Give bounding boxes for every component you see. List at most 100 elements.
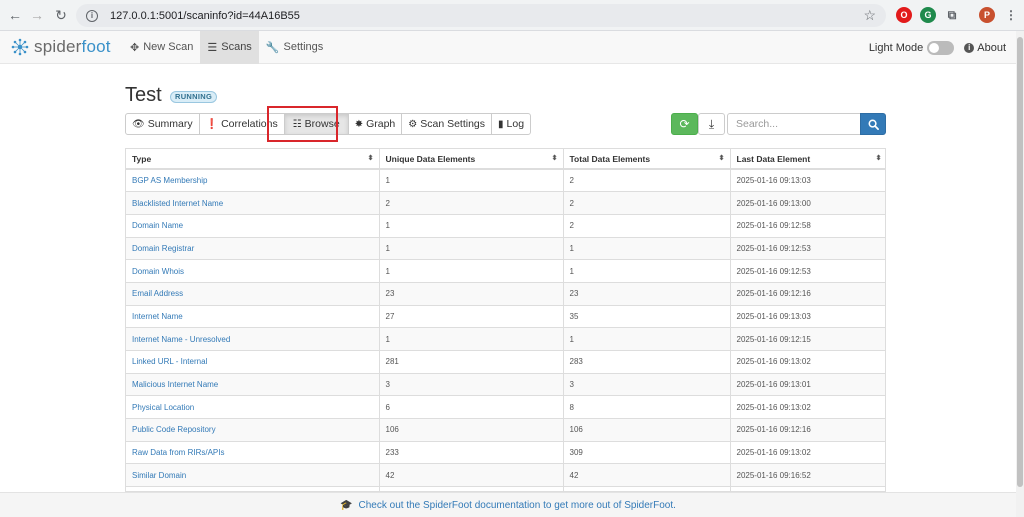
tab-summary[interactable]: 👁 Summary — [125, 113, 200, 135]
cell-type: Physical Location — [126, 395, 380, 419]
table-header-row: Type ⬍ Unique Data Elements ⬍ Total Data E… — [126, 149, 885, 170]
cell-unique: 1 — [379, 327, 564, 351]
type-link[interactable]: Similar Domain — [132, 471, 186, 480]
eye-icon: 👁 — [132, 118, 145, 130]
light-mode-label: Light Mode — [868, 41, 924, 54]
column-header-unique[interactable]: Unique Data Elements ⬍ — [379, 149, 564, 170]
table-row: Malicious Internet Name 3 3 2025-01-16 09:1… — [126, 372, 885, 396]
cell-total: 35 — [563, 304, 731, 328]
type-link[interactable]: Domain Name — [132, 221, 183, 230]
cell-unique: 23 — [379, 281, 564, 306]
gear-icon: ⚙ — [408, 118, 418, 130]
cell-total: 1 — [563, 236, 731, 260]
type-link[interactable]: Email Address — [132, 289, 183, 298]
sort-icon: ⬍ — [718, 155, 725, 162]
cell-last: 2025-01-16 09:13:02 — [730, 350, 885, 374]
nav-scans[interactable]: ☰ Scans — [200, 30, 259, 64]
site-info-icon[interactable]: i — [86, 9, 98, 22]
cell-last: 2025-01-16 09:12:16 — [730, 281, 885, 306]
type-link[interactable]: Internet Name - Unresolved — [132, 335, 230, 344]
download-icon: ⤓ — [708, 116, 715, 131]
cell-unique: 1 — [379, 213, 564, 238]
cell-total: 23 — [563, 281, 731, 306]
cell-type: Domain Registrar — [126, 236, 380, 260]
back-icon[interactable]: ← — [4, 4, 26, 26]
table-row: Similar Domain 42 42 2025-01-16 09:16:52 — [126, 463, 885, 487]
table-row: Physical Location 6 8 2025-01-16 09:13:02 — [126, 395, 885, 419]
grammarly-extension-icon[interactable]: G — [920, 7, 936, 23]
table-row: Domain Registrar 1 1 2025-01-16 09:12:53 — [126, 236, 885, 260]
cell-total: 8 — [563, 395, 731, 419]
profile-avatar[interactable]: P — [979, 7, 995, 23]
table-row: Raw Data from RIRs/APIs 233 309 2025-01-16 … — [126, 440, 885, 464]
column-header-total[interactable]: Total Data Elements ⬍ — [563, 149, 731, 170]
search-input[interactable] — [727, 113, 861, 135]
url-text: 127.0.0.1:5001/scaninfo?id=44A16B55 — [110, 9, 300, 22]
type-link[interactable]: Internet Name — [132, 312, 183, 321]
type-link[interactable]: BGP AS Membership — [132, 176, 207, 185]
nav-settings[interactable]: 🔧 Settings — [259, 31, 330, 64]
tab-log[interactable]: ▮ Log — [491, 113, 532, 135]
cell-type: Raw Data from RIRs/APIs — [126, 440, 380, 464]
cell-last: 2025-01-16 09:12:16 — [730, 418, 885, 442]
reload-icon[interactable]: ↻ — [50, 4, 72, 26]
tab-scan-settings[interactable]: ⚙ Scan Settings — [401, 113, 493, 135]
type-link[interactable]: Physical Location — [132, 403, 194, 412]
cell-type: Malicious Internet Name — [126, 372, 380, 396]
nav-new-scan-label: New Scan — [143, 41, 194, 53]
tab-graph-label: Graph — [366, 118, 396, 130]
exclamation-circle-icon: ❗ — [205, 118, 219, 130]
type-link[interactable]: Public Code Repository — [132, 425, 216, 434]
cell-unique: 3 — [379, 372, 564, 396]
type-link[interactable]: Blacklisted Internet Name — [132, 199, 223, 208]
bookmark-star-icon[interactable]: ☆ — [863, 7, 876, 24]
type-link[interactable]: Linked URL - Internal — [132, 357, 207, 366]
spider-logo-icon — [11, 38, 29, 56]
cell-last: 2025-01-16 09:12:53 — [730, 259, 885, 283]
cell-last: 2025-01-16 09:13:01 — [730, 372, 885, 396]
nav-scans-label: Scans — [221, 41, 252, 53]
cell-total: 309 — [563, 440, 731, 464]
table-row: Domain Whois 1 1 2025-01-16 09:12:53 — [126, 259, 885, 283]
column-header-type[interactable]: Type ⬍ — [126, 149, 380, 170]
crosshair-icon: ✥ — [130, 41, 140, 54]
cell-last: 2025-01-16 09:16:52 — [730, 463, 885, 487]
type-link[interactable]: Raw Data from RIRs/APIs — [132, 448, 224, 457]
nav-new-scan[interactable]: ✥ New Scan — [123, 31, 200, 64]
opera-extension-icon[interactable]: O — [896, 7, 912, 23]
type-link[interactable]: Malicious Internet Name — [132, 380, 218, 389]
light-mode-toggle[interactable] — [927, 40, 955, 55]
extensions-puzzle-icon[interactable]: ⧉ — [944, 7, 960, 23]
spiderfoot-logo[interactable]: spiderfoot — [10, 37, 115, 57]
type-link[interactable]: Domain Whois — [132, 267, 184, 276]
type-link[interactable]: Domain Registrar — [132, 244, 194, 253]
browser-menu-icon[interactable]: ⋮ — [1003, 7, 1019, 23]
browser-toolbar: ← → ↻ i 127.0.0.1:5001/scaninfo?id=44A16… — [0, 0, 1024, 31]
cell-total: 3 — [563, 372, 731, 396]
about-link[interactable]: About — [977, 42, 1006, 54]
column-header-last[interactable]: Last Data Element ⬍ — [730, 149, 885, 170]
download-button[interactable]: ⤓ — [698, 113, 725, 135]
cell-last: 2025-01-16 09:13:03 — [730, 304, 885, 328]
table-row: Public Code Repository 106 106 2025-01-16 0… — [126, 418, 885, 442]
book-icon: ▮ — [498, 118, 504, 130]
address-bar[interactable]: i 127.0.0.1:5001/scaninfo?id=44A16B55 ☆ — [76, 4, 886, 27]
scrollbar-thumb[interactable] — [1017, 37, 1023, 487]
cell-type: BGP AS Membership — [126, 168, 380, 192]
forward-icon[interactable]: → — [26, 4, 48, 26]
sort-icon: ⬍ — [875, 155, 882, 162]
refresh-icon: ⟳ — [679, 117, 690, 131]
documentation-link[interactable]: Check out the SpiderFoot documentation t… — [359, 500, 676, 511]
tab-scan-settings-label: Scan Settings — [420, 118, 486, 130]
search-button[interactable] — [860, 113, 886, 135]
cell-unique: 42 — [379, 463, 564, 487]
cell-type: Internet Name — [126, 304, 380, 328]
refresh-button[interactable]: ⟳ — [671, 113, 698, 135]
cell-type: Domain Name — [126, 213, 380, 238]
table-row: Domain Name 1 2 2025-01-16 09:12:58 — [126, 213, 885, 238]
cell-unique: 27 — [379, 304, 564, 328]
page-scrollbar[interactable] — [1016, 31, 1024, 517]
tab-graph[interactable]: ✸ Graph — [347, 113, 403, 135]
navbar-right: Light Mode i About — [869, 31, 1006, 64]
browse-table: Type ⬍ Unique Data Elements ⬍ Total Data E… — [126, 149, 885, 491]
